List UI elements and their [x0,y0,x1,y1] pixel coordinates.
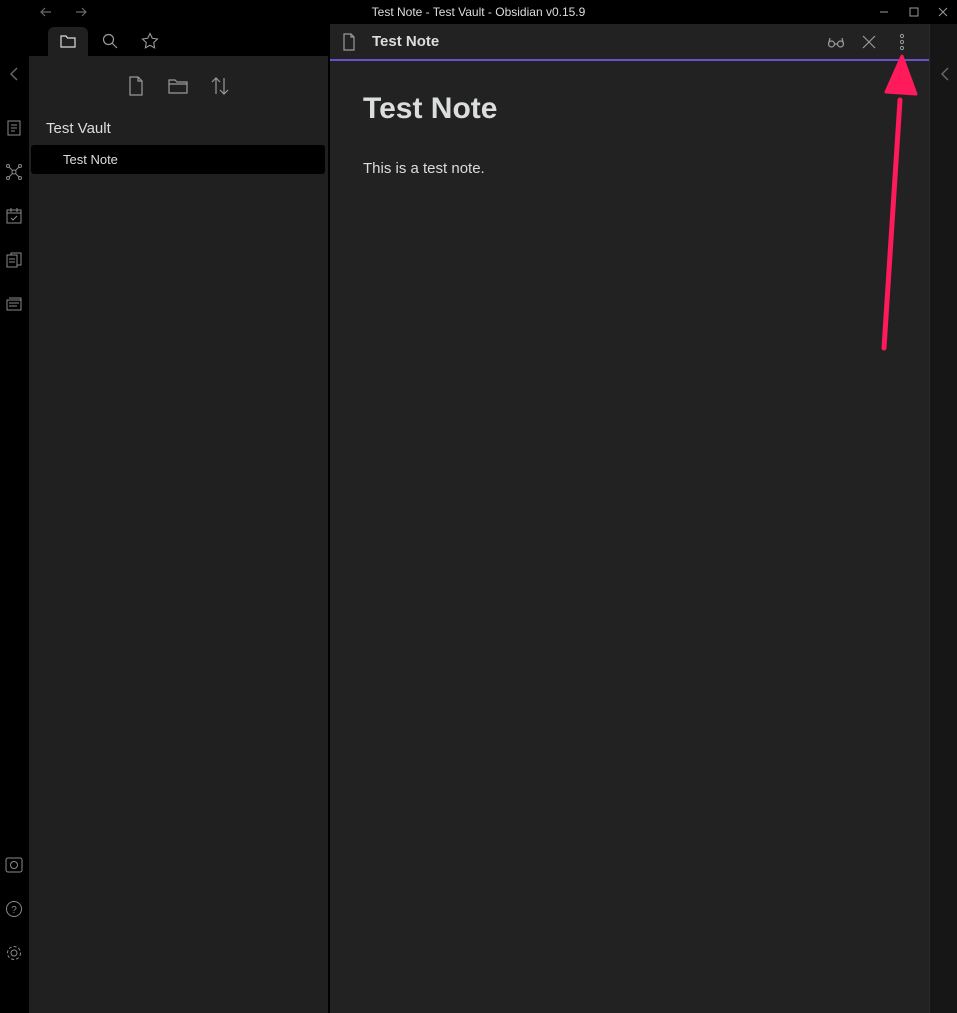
file-icon [339,32,359,52]
file-explorer-pane: Test Vault Test Note [29,56,328,1013]
new-note-icon[interactable] [124,74,148,98]
sidebar-tab-header [29,24,328,56]
help-icon[interactable]: ? [4,899,24,919]
vault-switcher-icon[interactable] [4,855,24,875]
view-header: Test Note [330,24,929,61]
minimize-icon[interactable] [876,4,892,20]
close-icon[interactable] [859,32,879,52]
tab-search[interactable] [90,27,130,56]
title-bar: Test Note - Test Vault - Obsidian v0.15.… [0,0,957,24]
templates-icon[interactable] [4,250,24,270]
expand-right-icon[interactable] [935,64,955,84]
ribbon: ? [0,24,29,1013]
search-icon [102,33,118,49]
editor-pane: Test Note Test Note This is a test note. [330,24,929,1013]
star-icon [141,32,159,49]
collapse-left-icon[interactable] [4,64,24,84]
maximize-icon[interactable] [906,4,922,20]
switcher-icon[interactable] [4,118,24,138]
sort-icon[interactable] [208,74,232,98]
tab-file-explorer[interactable] [48,27,88,56]
settings-icon[interactable] [4,943,24,963]
vault-name[interactable]: Test Vault [46,120,111,137]
more-options-icon[interactable] [892,32,912,52]
view-header-title[interactable]: Test Note [372,33,439,50]
reading-view-icon[interactable] [826,32,846,52]
svg-text:?: ? [11,905,17,916]
new-folder-icon[interactable] [166,74,190,98]
note-paragraph[interactable]: This is a test note. [363,160,485,177]
file-item-label: Test Note [63,152,118,167]
tab-starred[interactable] [130,27,170,56]
daily-note-icon[interactable] [4,206,24,226]
window-title: Test Note - Test Vault - Obsidian v0.15.… [371,5,586,19]
file-explorer-icon [60,35,76,48]
window-close-icon[interactable] [935,4,951,20]
slides-icon[interactable] [4,294,24,314]
note-heading[interactable]: Test Note [363,92,497,126]
graph-view-icon[interactable] [4,162,24,182]
annotation-arrow [870,50,920,355]
file-item-test-note[interactable]: Test Note [31,145,325,174]
right-sidebar-strip [929,24,957,1013]
